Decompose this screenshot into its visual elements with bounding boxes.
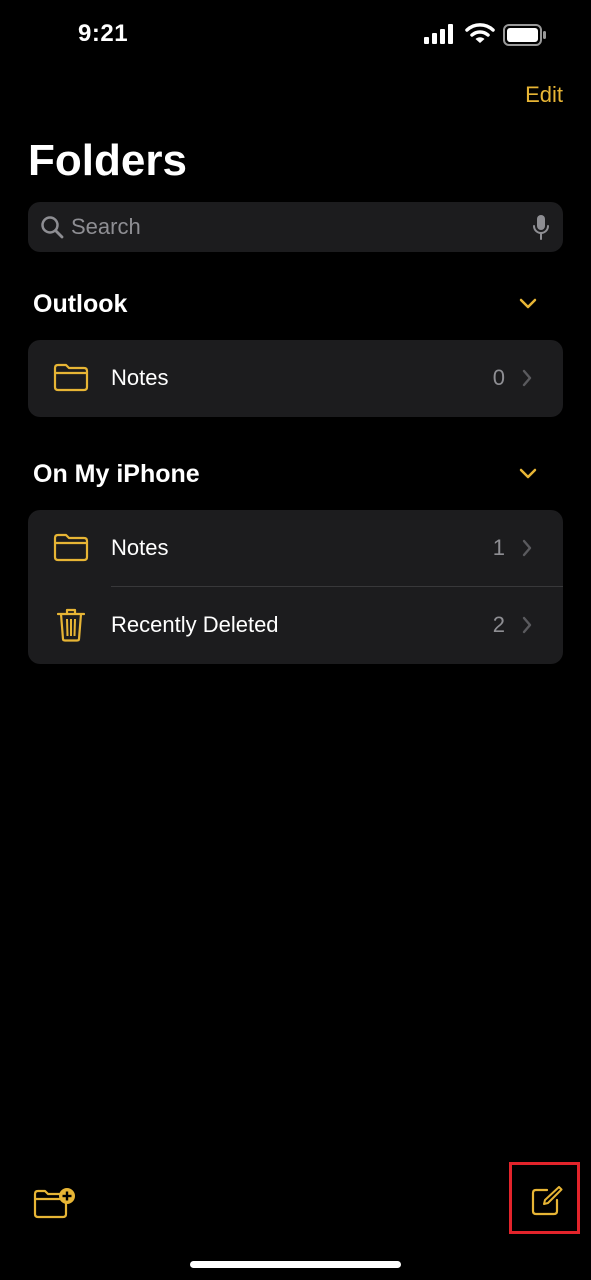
search-input[interactable] [71,208,511,246]
home-indicator[interactable] [190,1261,401,1268]
folder-row-recently-deleted[interactable]: Recently Deleted 2 [28,587,563,664]
new-folder-button[interactable] [33,1186,77,1220]
wifi-icon [465,23,495,43]
search-bar[interactable] [28,202,563,252]
folder-icon [53,363,89,392]
folder-icon [53,533,89,562]
folder-label: Notes [111,365,169,390]
folder-row-outlook-notes[interactable]: Notes 0 [28,340,563,417]
folder-row-iphone-notes[interactable]: Notes 1 [28,510,563,587]
edit-button[interactable]: Edit [525,82,563,108]
battery-icon [503,24,546,46]
folder-group-outlook: Notes 0 [28,340,563,417]
chevron-down-icon[interactable] [519,468,537,480]
section-title: Outlook [33,290,128,318]
new-folder-icon [33,1188,75,1219]
folder-label: Notes [111,535,169,560]
search-icon [41,216,64,239]
status-time: 9:21 [78,20,129,47]
status-bar: 9:21 [0,0,591,70]
cellular-signal-icon [424,24,453,44]
folder-count: 1 [492,535,505,560]
section-header-outlook[interactable]: Outlook [33,286,563,326]
trash-icon [57,608,85,642]
folder-group-on-my-iphone: Notes 1 Recently Deleted 2 [28,510,563,664]
microphone-icon[interactable] [532,214,550,241]
compose-button[interactable] [509,1162,580,1234]
chevron-right-icon [522,369,532,387]
compose-icon [531,1186,563,1216]
folder-count: 0 [492,365,505,390]
chevron-right-icon [522,616,532,634]
folder-label: Recently Deleted [111,612,279,637]
chevron-down-icon[interactable] [519,298,537,310]
page-title: Folders [28,136,187,185]
section-title: On My iPhone [33,460,200,488]
section-header-on-my-iphone[interactable]: On My iPhone [33,456,563,496]
chevron-right-icon [522,539,532,557]
folder-count: 2 [492,612,505,637]
